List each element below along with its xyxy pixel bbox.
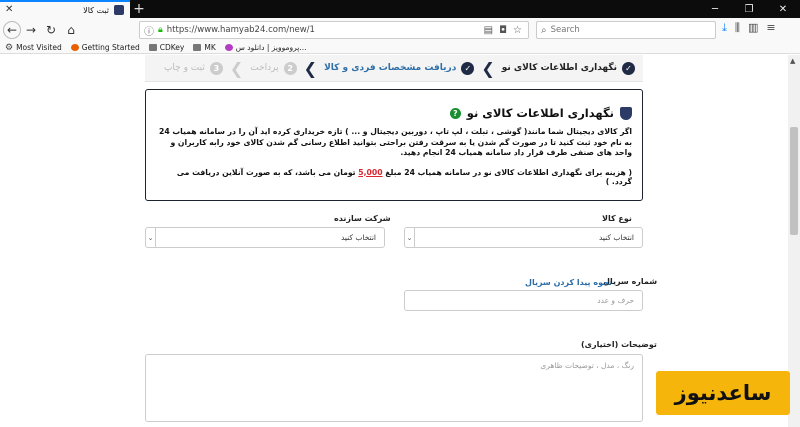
library-icon[interactable]: ⫼ bbox=[735, 21, 740, 35]
window-controls: ─ ❐ ✕ bbox=[698, 0, 800, 18]
search-input[interactable] bbox=[550, 25, 701, 35]
pocket-icon[interactable]: ◘ bbox=[499, 25, 507, 36]
sidebar-icon[interactable]: ▥ bbox=[748, 21, 758, 35]
step-personal-info[interactable]: ✓ دریافت مشخصات فردی و کالا bbox=[324, 61, 475, 75]
serial-input[interactable]: حرف و عدد bbox=[404, 290, 643, 311]
fee-notice: ( هزینه برای نگهداری اطلاعات کالای نو در… bbox=[176, 167, 632, 186]
scroll-up-icon[interactable]: ▲ bbox=[790, 57, 795, 65]
reader-view-icon[interactable]: ▤ bbox=[484, 25, 493, 36]
close-tab-icon[interactable]: ✕ bbox=[5, 4, 13, 15]
folder-icon bbox=[193, 44, 202, 51]
info-description: اگر کالای دیجیتال شما مانند( گوشی ، تبلت… bbox=[159, 127, 632, 157]
folder-icon bbox=[148, 44, 157, 51]
gear-icon: ⚙ bbox=[5, 42, 14, 53]
chevron-down-icon: ⌄ bbox=[405, 228, 415, 247]
info-box: نگهداری اطلاعات کالای نو ? اگر کالای دیج… bbox=[145, 89, 643, 201]
tab-title: ثبت کالا bbox=[83, 5, 109, 15]
bookmark-cdkey[interactable]: CDKey bbox=[148, 43, 184, 52]
chevron-left-icon: ❮ bbox=[481, 58, 495, 78]
product-type-label: نوع کالا bbox=[602, 214, 632, 223]
download-icon[interactable]: ⤓ bbox=[722, 21, 727, 35]
back-button[interactable]: ← bbox=[3, 21, 21, 39]
step-number-badge: 3 bbox=[209, 61, 223, 75]
step-number-badge: 2 bbox=[283, 61, 297, 75]
bookmark-promovies[interactable]: پروموویز | دانلود س... bbox=[224, 43, 307, 52]
help-icon[interactable]: ? bbox=[449, 107, 461, 119]
firefox-icon bbox=[70, 44, 79, 51]
browser-tab[interactable]: ✕ ثبت کالا bbox=[0, 0, 130, 18]
navigation-bar: ← → ↻ ⌂ ⓘ 🔒︎ https://www.hamyab24.com/ne… bbox=[0, 18, 800, 42]
promovies-icon bbox=[224, 44, 233, 51]
page-scrollbar[interactable]: ▲ bbox=[788, 55, 800, 427]
search-icon: ⌕ bbox=[541, 24, 547, 36]
fee-amount: 5,000 bbox=[358, 167, 383, 177]
step-payment: 2 پرداخت bbox=[250, 61, 297, 75]
description-label: توضیحات (اختیاری) bbox=[581, 340, 657, 349]
toolbar-icons: ⤓ ⫼ ▥ ≡ bbox=[722, 21, 776, 35]
close-window-icon[interactable]: ✕ bbox=[766, 0, 800, 18]
manufacturer-select[interactable]: ⌄ انتخاب کنید bbox=[145, 227, 385, 248]
description-textarea[interactable]: رنگ ، مدل ، توضیحات ظاهری bbox=[145, 354, 643, 422]
new-tab-button[interactable]: + bbox=[130, 0, 148, 18]
reload-button[interactable]: ↻ bbox=[41, 20, 61, 40]
serial-help-link[interactable]: نحوه پیدا کردن سریال bbox=[525, 278, 612, 287]
bookmark-getting-started[interactable]: Getting Started bbox=[70, 43, 140, 52]
manufacturer-label: شرکت سازنده bbox=[334, 214, 391, 223]
maximize-icon[interactable]: ❐ bbox=[732, 0, 766, 18]
bookmarks-bar: ⚙ Most Visited Getting Started CDKey MK پ… bbox=[0, 42, 800, 54]
step-keep-info[interactable]: ✓ نگهداری اطلاعات کالای نو bbox=[502, 61, 635, 75]
bookmark-star-icon[interactable]: ☆ bbox=[513, 25, 522, 36]
chevron-down-icon: ⌄ bbox=[146, 228, 156, 247]
chevron-left-icon: ❮ bbox=[303, 58, 318, 78]
lock-icon[interactable]: 🔒︎ bbox=[158, 25, 163, 35]
product-type-select[interactable]: ⌄ انتخاب کنید bbox=[404, 227, 643, 248]
minimize-icon[interactable]: ─ bbox=[698, 0, 732, 18]
wizard-steps: ✓ نگهداری اطلاعات کالای نو ❮ ✓ دریافت مش… bbox=[145, 55, 643, 82]
forward-button[interactable]: → bbox=[21, 20, 41, 40]
watermark-logo: ساعدنیوز bbox=[656, 371, 790, 415]
home-button[interactable]: ⌂ bbox=[61, 20, 81, 40]
url-text[interactable]: https://www.hamyab24.com/new/1 bbox=[167, 25, 315, 35]
menu-icon[interactable]: ≡ bbox=[766, 21, 775, 35]
bookmark-most-visited[interactable]: ⚙ Most Visited bbox=[5, 43, 62, 53]
check-icon: ✓ bbox=[461, 61, 475, 75]
tab-bar: ✕ ثبت کالا + ─ ❐ ✕ bbox=[0, 0, 800, 18]
chevron-left-icon: ❮ bbox=[229, 58, 244, 78]
info-icon[interactable]: ⓘ bbox=[144, 23, 154, 38]
search-bar[interactable]: ⌕ bbox=[536, 21, 716, 39]
check-icon: ✓ bbox=[622, 61, 635, 75]
url-bar[interactable]: ⓘ 🔒︎ https://www.hamyab24.com/new/1 ▤ ◘ … bbox=[139, 21, 529, 39]
site-favicon-icon bbox=[114, 5, 124, 15]
step-print: 3 ثبت و چاپ bbox=[164, 61, 223, 75]
info-title: نگهداری اطلاعات کالای نو bbox=[466, 106, 614, 120]
bookmark-mk[interactable]: MK bbox=[193, 43, 216, 52]
shield-icon bbox=[620, 106, 632, 120]
scrollbar-thumb[interactable] bbox=[790, 127, 798, 235]
